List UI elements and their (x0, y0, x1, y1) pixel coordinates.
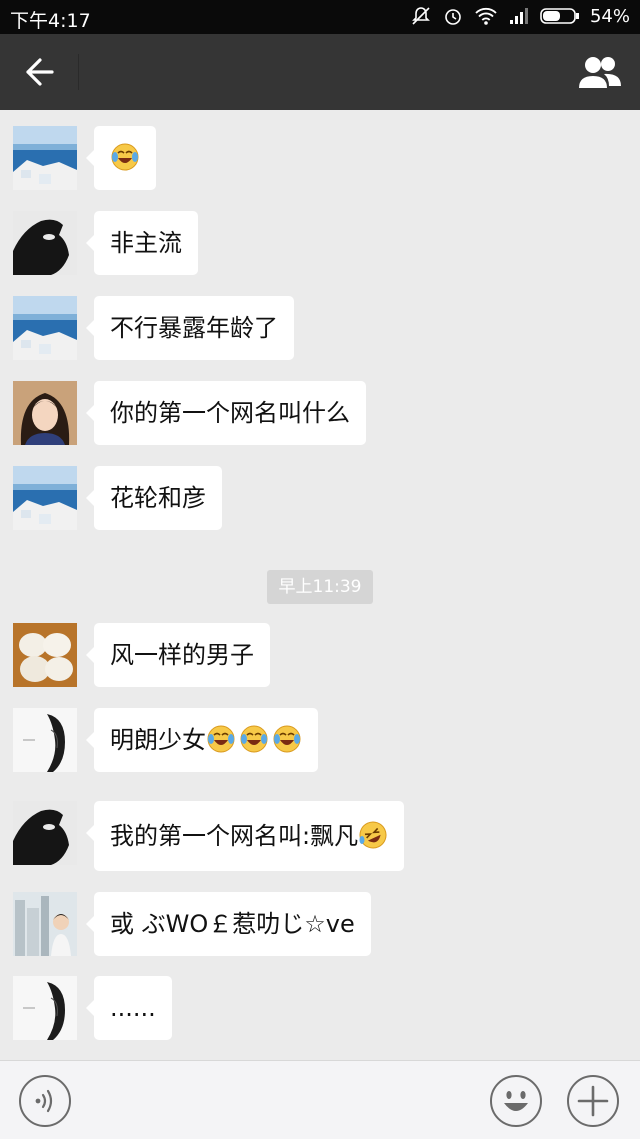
battery-icon (540, 8, 579, 24)
signal-icon (509, 8, 528, 24)
message-text: 风一样的男子 (110, 641, 254, 669)
tears-of-joy-emoji-icon (207, 725, 235, 753)
hand-shadow-avatar[interactable] (13, 211, 77, 275)
title-divider (78, 54, 79, 90)
message-bubble[interactable]: 不行暴露年龄了 (86, 296, 294, 360)
hand-shadow-avatar[interactable] (13, 801, 77, 865)
message-bubble[interactable]: 非主流 (86, 211, 198, 275)
alarm-clock-icon (445, 9, 461, 25)
chat-area[interactable]: 非主流 不行暴露年龄了 你的第一个网名叫什么 花轮和彦 早上11:39 风一样的… (0, 110, 640, 1060)
battery-percent: 54% (589, 5, 630, 27)
status-time: 下午4:17 (10, 10, 91, 32)
tears-of-joy-emoji-icon (273, 725, 301, 753)
message-text: 明朗少女 (110, 726, 206, 754)
message-bubble[interactable]: 花轮和彦 (86, 466, 222, 530)
group-contacts-icon (579, 57, 621, 88)
message-text: 非主流 (110, 229, 182, 257)
sketch-girl-avatar[interactable] (13, 976, 77, 1040)
city-person-avatar[interactable] (13, 892, 77, 956)
voice-button[interactable] (19, 1075, 71, 1127)
sea-landscape-avatar[interactable] (13, 126, 77, 190)
group-info-button[interactable] (576, 52, 624, 92)
sea-landscape-avatar[interactable] (13, 466, 77, 530)
plus-icon (577, 1085, 609, 1117)
message-bubble[interactable]: ...... (86, 976, 172, 1040)
message-bubble[interactable]: 我的第一个网名叫:飘凡 (85, 801, 405, 871)
back-button[interactable] (18, 54, 58, 90)
emoji-button[interactable] (490, 1075, 542, 1127)
dumplings-avatar[interactable] (13, 623, 77, 687)
message-bubble[interactable]: 明朗少女 (86, 708, 318, 772)
add-button[interactable] (567, 1075, 619, 1127)
sketch-girl-avatar[interactable] (13, 708, 77, 772)
back-arrow-icon (26, 58, 54, 86)
tears-of-joy-emoji-icon (240, 725, 268, 753)
message-bubble[interactable]: 或 ぶWO￡惹叻じ☆ve (86, 892, 371, 956)
status-icons: 54% (410, 5, 630, 27)
message-text: 不行暴露年龄了 (110, 314, 278, 342)
rolling-laughing-emoji-icon (359, 821, 387, 849)
mute-bell-icon (412, 7, 430, 25)
message-text: ...... (110, 994, 156, 1022)
message-text: 我的第一个网名叫:飘凡 (110, 822, 359, 850)
tears-of-joy-emoji-icon (111, 143, 139, 171)
voice-icon (35, 1089, 53, 1113)
message-bubble[interactable]: 你的第一个网名叫什么 (86, 381, 366, 445)
wifi-icon (475, 7, 497, 25)
message-bubble[interactable]: 风一样的男子 (86, 623, 270, 687)
sea-landscape-avatar[interactable] (13, 296, 77, 360)
girl-portrait-avatar[interactable] (13, 381, 77, 445)
timestamp-divider: 早上11:39 (267, 570, 373, 604)
message-text: 你的第一个网名叫什么 (110, 399, 350, 427)
message-text: 花轮和彦 (110, 484, 206, 512)
title-bar (0, 34, 640, 110)
message-input[interactable] (84, 1075, 482, 1129)
input-bar (0, 1060, 640, 1139)
message-text: 或 ぶWO￡惹叻じ☆ve (110, 910, 355, 938)
status-bar: 下午4:17 54% (0, 0, 640, 34)
message-bubble[interactable] (86, 126, 156, 190)
smiley-icon (504, 1091, 528, 1111)
